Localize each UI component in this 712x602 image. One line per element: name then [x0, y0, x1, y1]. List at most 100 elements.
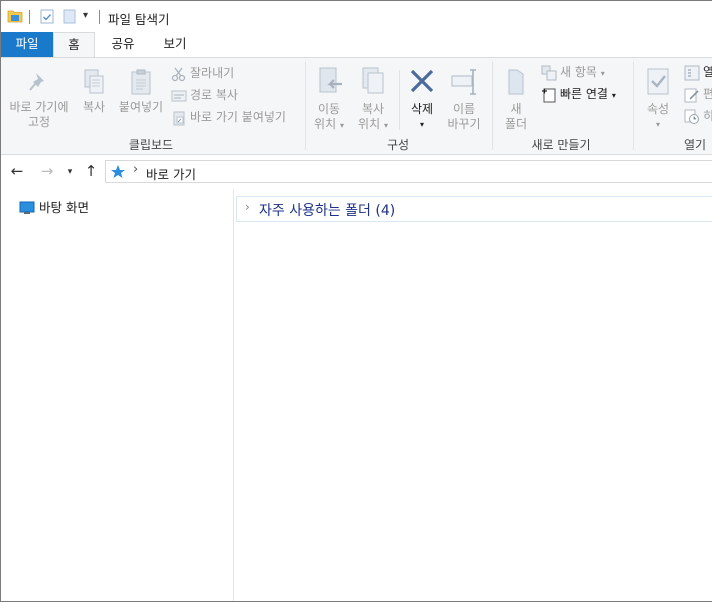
history-button[interactable]: 히 — [684, 106, 712, 126]
easy-access-dropdown-icon: ▾ — [611, 91, 616, 100]
paste-shortcut-icon — [173, 111, 185, 125]
forward-arrow-icon[interactable]: → — [37, 162, 57, 182]
new-folder-icon — [497, 66, 535, 102]
breadcrumb-quick-access[interactable]: 바로 가기 — [146, 164, 196, 183]
desktop-icon — [19, 201, 35, 214]
file-explorer-window: ▾ 파일 탐색기 파일 홈 공유 보기 바로 가기에 고정 복사 붙여넣기 잘라… — [0, 0, 712, 602]
move-to-dropdown-icon: ▾ — [339, 121, 344, 130]
frequent-folders-label: 자주 사용하는 폴더 (4) — [259, 203, 396, 219]
nav-item-desktop[interactable]: 바탕 화면 — [19, 199, 89, 217]
title-separator — [29, 10, 30, 24]
tab-view[interactable]: 보기 — [157, 32, 193, 57]
rename-icon — [443, 66, 485, 102]
title-bar: ▾ 파일 탐색기 — [1, 1, 712, 32]
cut-label: 잘라내기 — [190, 66, 235, 80]
move-to-button[interactable]: 이동 위치 ▾ — [310, 66, 348, 133]
window-title: 파일 탐색기 — [108, 12, 170, 27]
delete-dropdown-icon: ▾ — [419, 120, 424, 129]
navigation-pane: 바탕 화면 — [1, 189, 233, 601]
paste-label: 붙여넣기 — [118, 100, 164, 114]
new-folder-label-line1: 새 — [510, 102, 522, 116]
copy-label: 복사 — [82, 100, 106, 114]
properties-quick-icon[interactable] — [40, 9, 54, 27]
ribbon-group-divider — [305, 62, 306, 150]
properties-button[interactable]: 속성 ▾ — [639, 66, 677, 132]
new-item-icon — [541, 65, 557, 80]
edit-label: 편 — [703, 87, 712, 101]
paste-shortcut-label: 바로 가기 붙여넣기 — [190, 110, 286, 124]
pin-icon — [5, 68, 73, 100]
delete-x-icon — [404, 66, 440, 102]
delete-button[interactable]: 삭제 ▾ — [404, 66, 440, 132]
copy-to-button[interactable]: 복사 위치 ▾ — [353, 66, 393, 133]
new-item-button[interactable]: 새 항목 ▾ — [541, 62, 605, 82]
ribbon: 바로 가기에 고정 복사 붙여넣기 잘라내기 경로 복사 바로 가기 붙여넣기 … — [1, 57, 712, 155]
properties-dropdown-icon: ▾ — [655, 120, 660, 129]
open-group-label: 열기 — [683, 138, 707, 152]
new-item-label: 새 항목 — [560, 65, 597, 79]
new-item-dropdown-icon: ▾ — [600, 69, 605, 78]
up-arrow-icon[interactable]: ↑ — [81, 162, 101, 182]
recent-locations-chevron-icon[interactable]: ▾ — [63, 163, 77, 183]
ribbon-group-divider — [633, 62, 634, 150]
content-area: › 자주 사용하는 폴더 (4) — [234, 189, 712, 601]
organize-group-label: 구성 — [386, 138, 410, 152]
ribbon-group-divider — [492, 62, 493, 150]
easy-access-button[interactable]: 빠른 연결 ▾ — [541, 84, 616, 104]
properties-label: 속성 — [646, 102, 670, 116]
customize-quick-access-icon[interactable]: ▾ — [83, 10, 88, 21]
properties-icon — [639, 66, 677, 102]
breadcrumb-chevron-icon[interactable]: › — [133, 162, 138, 177]
scissors-icon — [171, 67, 186, 81]
copy-to-label-line2: 위치 — [358, 117, 381, 131]
frequent-folders-group-header[interactable]: › 자주 사용하는 폴더 (4) — [236, 196, 712, 222]
paste-shortcut-button[interactable]: 바로 가기 붙여넣기 — [171, 107, 286, 127]
new-folder-quick-icon[interactable] — [63, 9, 76, 27]
move-to-label-line1: 이동 — [317, 102, 341, 116]
copy-path-button[interactable]: 경로 복사 — [171, 85, 238, 105]
copy-icon — [77, 68, 111, 100]
new-folder-label-line2: 폴더 — [504, 117, 528, 131]
paste-icon — [115, 68, 167, 100]
copy-path-label: 경로 복사 — [190, 88, 238, 102]
easy-access-icon — [542, 88, 556, 102]
tab-file[interactable]: 파일 — [1, 32, 53, 57]
expand-chevron-icon[interactable]: › — [245, 200, 250, 214]
delete-label: 삭제 — [410, 102, 434, 116]
edit-button[interactable]: 편 — [684, 84, 712, 104]
navigation-bar: ← → ▾ ↑ › 바로 가기 — [1, 156, 712, 188]
pin-label-line2: 고정 — [27, 115, 51, 129]
open-label: 열 — [703, 65, 712, 79]
rename-button[interactable]: 이름 바꾸기 — [443, 66, 485, 132]
new-group-label: 새로 만들기 — [531, 138, 591, 152]
copy-path-icon — [171, 90, 187, 101]
easy-access-label: 빠른 연결 — [560, 87, 608, 101]
tab-home[interactable]: 홈 — [53, 32, 95, 58]
history-icon — [684, 109, 699, 124]
move-to-icon — [310, 66, 348, 102]
pin-to-quick-access-button[interactable]: 바로 가기에 고정 — [5, 68, 73, 130]
open-icon — [684, 65, 700, 80]
nav-item-desktop-label: 바탕 화면 — [39, 200, 89, 215]
move-to-label-line2: 위치 — [314, 117, 337, 131]
open-button[interactable]: 열 — [684, 62, 712, 82]
address-bar[interactable]: › 바로 가기 — [105, 160, 712, 183]
copy-to-dropdown-icon: ▾ — [383, 121, 388, 130]
clipboard-group-label: 클립보드 — [128, 138, 174, 152]
rename-label-line2: 바꾸기 — [447, 117, 481, 131]
paste-button[interactable]: 붙여넣기 — [115, 68, 167, 115]
ribbon-inner-divider — [399, 70, 400, 130]
edit-icon — [684, 88, 699, 102]
new-folder-button[interactable]: 새 폴더 — [497, 66, 535, 132]
quick-access-star-icon — [110, 164, 126, 182]
copy-button[interactable]: 복사 — [77, 68, 111, 115]
pin-label-line1: 바로 가기에 — [9, 100, 69, 114]
tab-share[interactable]: 공유 — [105, 32, 141, 57]
back-arrow-icon[interactable]: ← — [7, 162, 27, 182]
ribbon-tabs: 파일 홈 공유 보기 — [1, 32, 712, 58]
copy-to-icon — [353, 66, 393, 102]
title-separator — [99, 10, 100, 24]
folder-app-icon[interactable] — [7, 9, 23, 26]
history-label: 히 — [703, 109, 712, 123]
cut-button[interactable]: 잘라내기 — [171, 63, 234, 83]
